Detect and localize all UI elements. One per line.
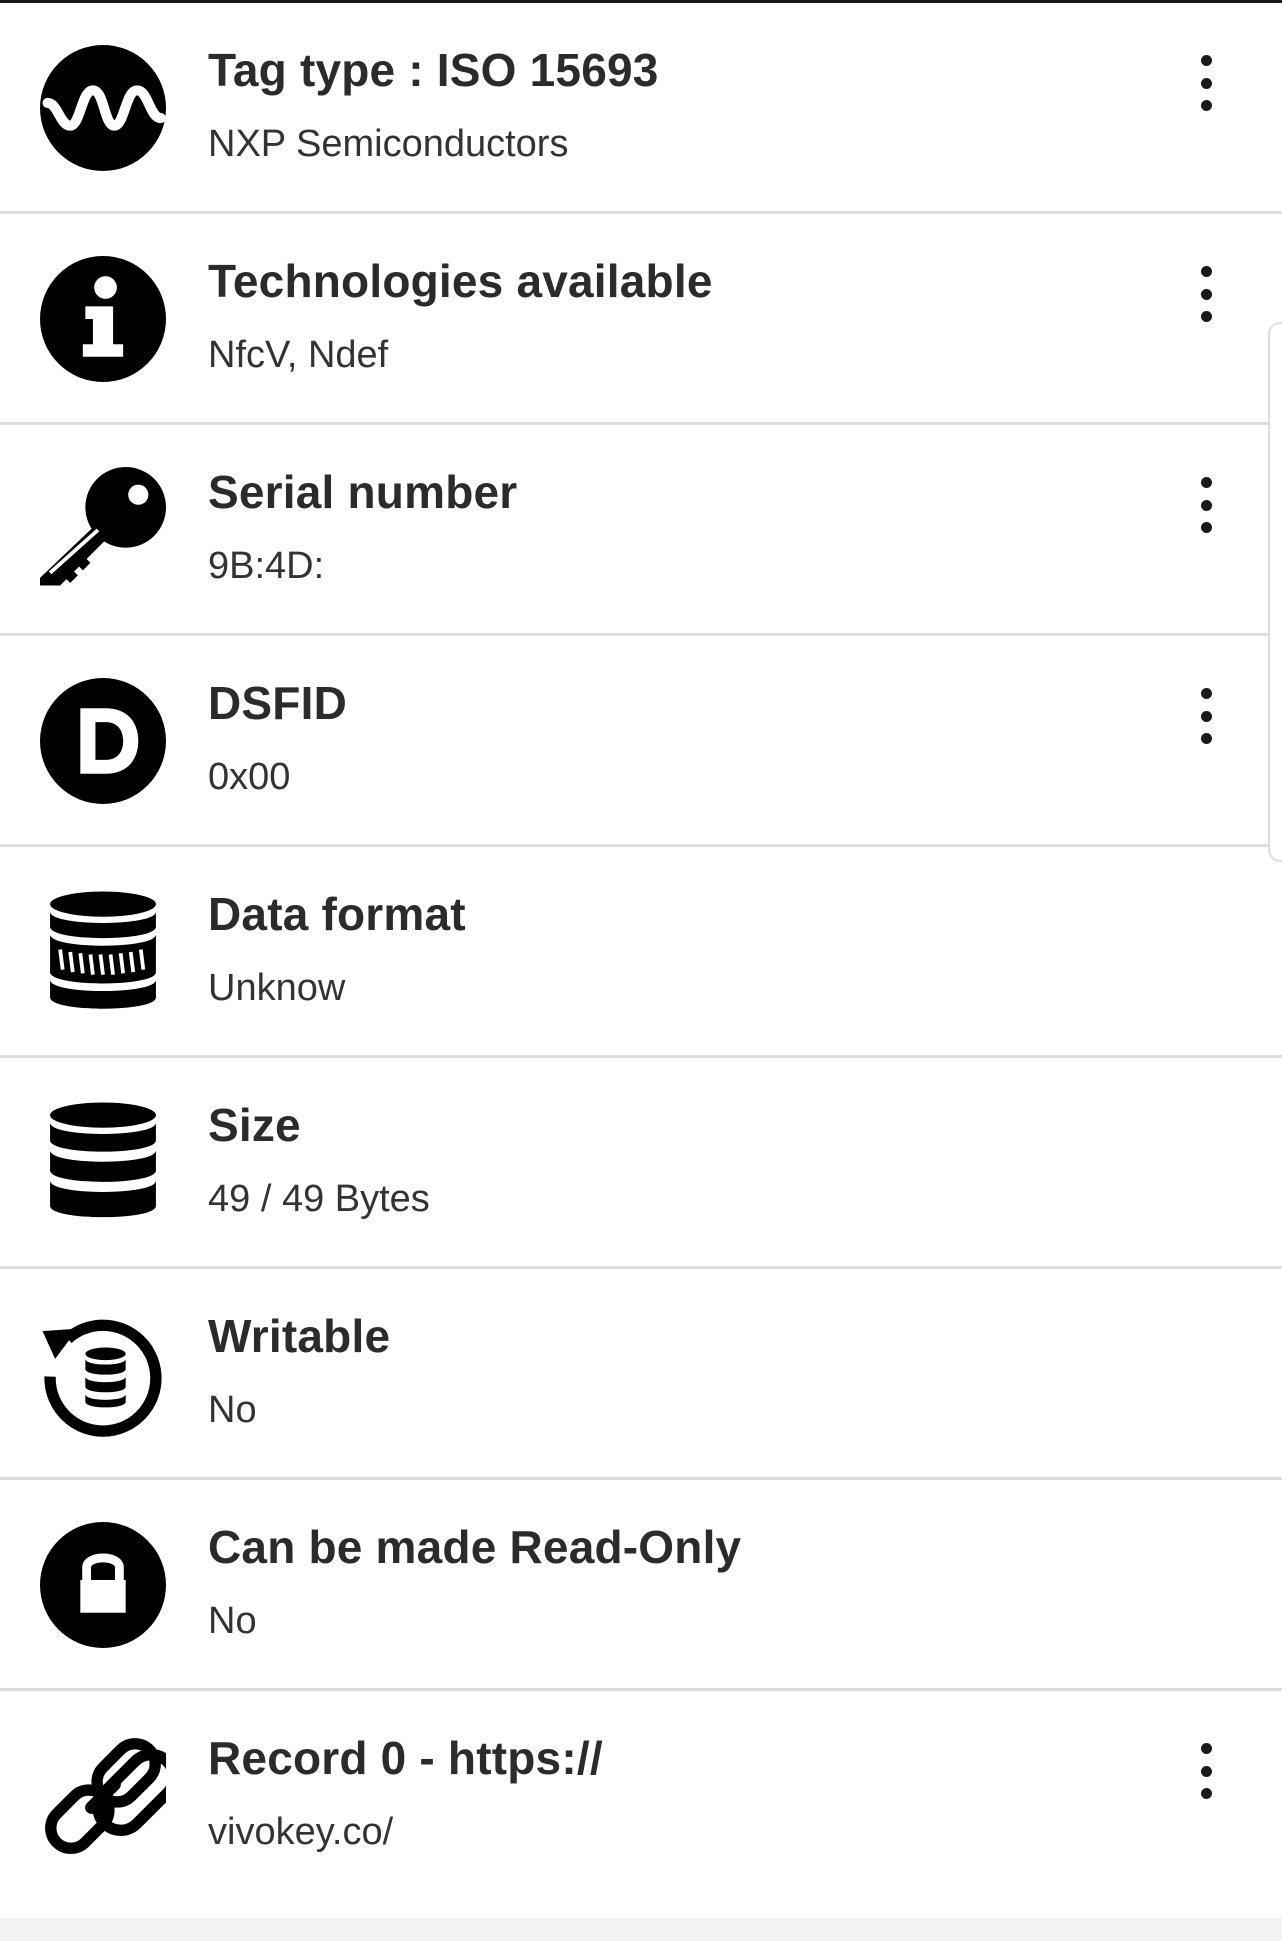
- row-value: NXP Semiconductors: [208, 123, 569, 165]
- list-item-data-format: Data format Unknow: [0, 847, 1282, 1058]
- row-value: 49 / 49 Bytes: [208, 1178, 430, 1220]
- list-item-size: Size 49 / 49 Bytes: [0, 1058, 1282, 1269]
- waveform-icon: [40, 45, 166, 171]
- row-value: No: [208, 1389, 257, 1431]
- row-value: 0x00: [208, 756, 291, 798]
- row-value: No: [208, 1600, 257, 1642]
- row-title: Data format: [208, 888, 466, 940]
- row-title: Technologies available: [208, 255, 713, 307]
- row-title: DSFID: [208, 677, 347, 729]
- list-item-dsfid[interactable]: DSFID 0x00: [0, 636, 1282, 847]
- letter-d-icon: [40, 678, 166, 804]
- key-icon: [40, 467, 166, 593]
- list-item-writable: Writable No: [0, 1269, 1282, 1480]
- row-value: vivokey.co/: [208, 1811, 394, 1853]
- info-icon: [40, 256, 166, 382]
- row-title: Serial number: [208, 466, 518, 518]
- row-title: Writable: [208, 1310, 391, 1362]
- bottom-band: [0, 1918, 1282, 1941]
- row-title: Tag type : ISO 15693: [208, 44, 659, 96]
- more-options-icon[interactable]: [1186, 688, 1226, 744]
- row-value: Unknow: [208, 967, 346, 1009]
- row-title: Can be made Read-Only: [208, 1521, 742, 1573]
- tag-info-list: Tag type : ISO 15693 NXP Semiconductors …: [0, 3, 1282, 1899]
- row-title: Size: [208, 1099, 301, 1151]
- list-item-technologies[interactable]: Technologies available NfcV, Ndef: [0, 214, 1282, 425]
- database-rewrite-icon: [40, 1311, 166, 1437]
- lock-icon: [40, 1522, 166, 1648]
- database-format-icon: [40, 889, 166, 1015]
- list-item-serial-number[interactable]: Serial number 9B:4D:: [0, 425, 1282, 636]
- database-icon: [40, 1100, 166, 1226]
- row-title: Record 0 - https://: [208, 1732, 603, 1784]
- list-item-read-only: Can be made Read-Only No: [0, 1480, 1282, 1691]
- row-value: 9B:4D:: [208, 545, 325, 587]
- list-item-tag-type[interactable]: Tag type : ISO 15693 NXP Semiconductors: [0, 3, 1282, 214]
- link-icon: [40, 1733, 166, 1859]
- more-options-icon[interactable]: [1186, 1743, 1226, 1799]
- scrollbar-edge[interactable]: [1268, 322, 1282, 862]
- row-value: NfcV, Ndef: [208, 334, 389, 376]
- list-item-record-0[interactable]: Record 0 - https:// vivokey.co/: [0, 1691, 1282, 1899]
- more-options-icon[interactable]: [1186, 55, 1226, 111]
- more-options-icon[interactable]: [1186, 266, 1226, 322]
- more-options-icon[interactable]: [1186, 477, 1226, 533]
